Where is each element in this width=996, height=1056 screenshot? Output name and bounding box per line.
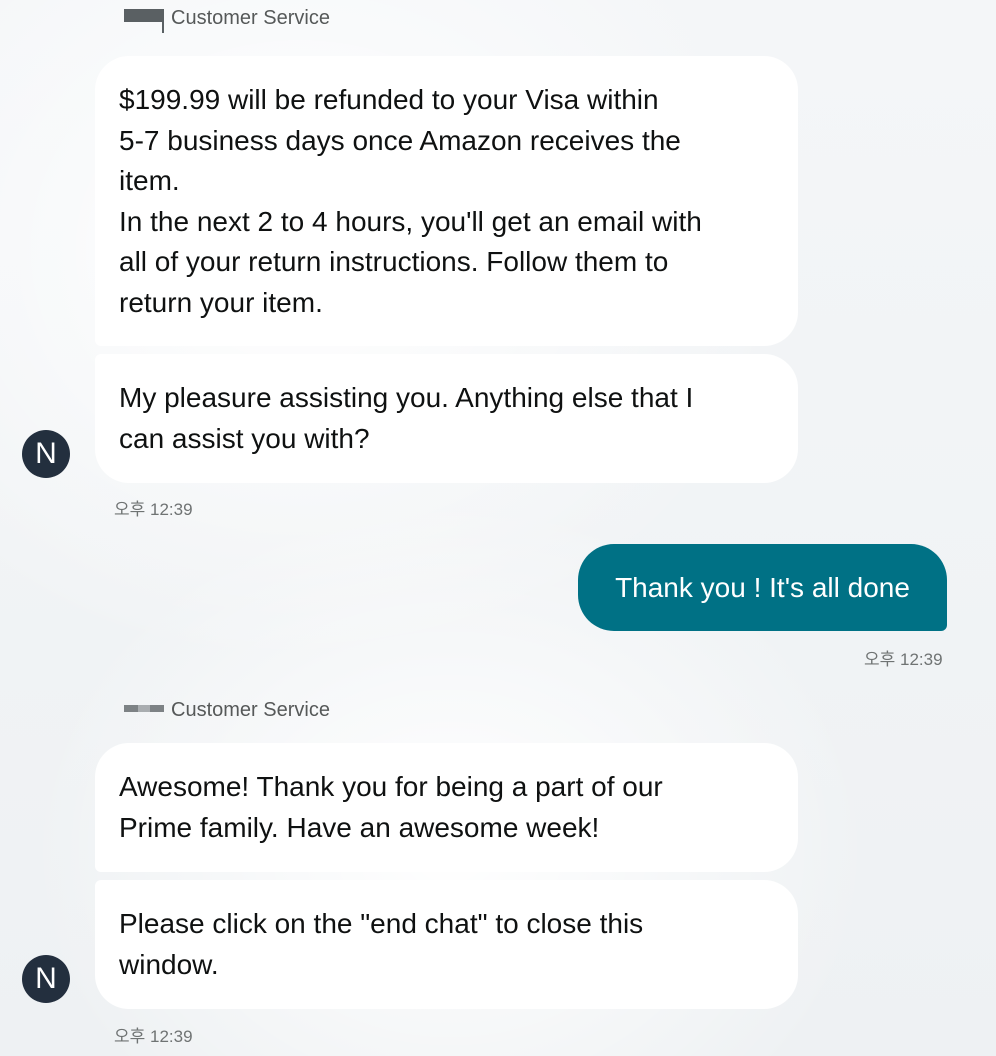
sender-header: Customer Service — [124, 698, 330, 722]
agent-message-bubble: $199.99 will be refunded to your Visa wi… — [95, 56, 798, 346]
user-message-bubble: Thank you ! It's all done — [578, 544, 947, 631]
sender-name: Customer Service — [171, 698, 330, 721]
agent-message-bubble: Awesome! Thank you for being a part of o… — [95, 743, 798, 872]
sender-name: Customer Service — [171, 6, 330, 29]
agent-logo-icon — [124, 705, 164, 715]
agent-avatar: N — [22, 955, 70, 1003]
agent-avatar: N — [22, 430, 70, 478]
agent-message-bubble: My pleasure assisting you. Anything else… — [95, 354, 798, 483]
message-timestamp: 오후 12:39 — [114, 500, 193, 519]
message-timestamp: 오후 12:39 — [114, 1027, 193, 1046]
user-message-text: Thank you ! It's all done — [615, 571, 910, 603]
agent-message-bubble: Please click on the "end chat" to close … — [95, 880, 798, 1009]
message-timestamp: 오후 12:39 — [864, 650, 943, 669]
sender-header: Customer Service — [124, 6, 330, 33]
agent-logo-icon — [124, 9, 164, 33]
